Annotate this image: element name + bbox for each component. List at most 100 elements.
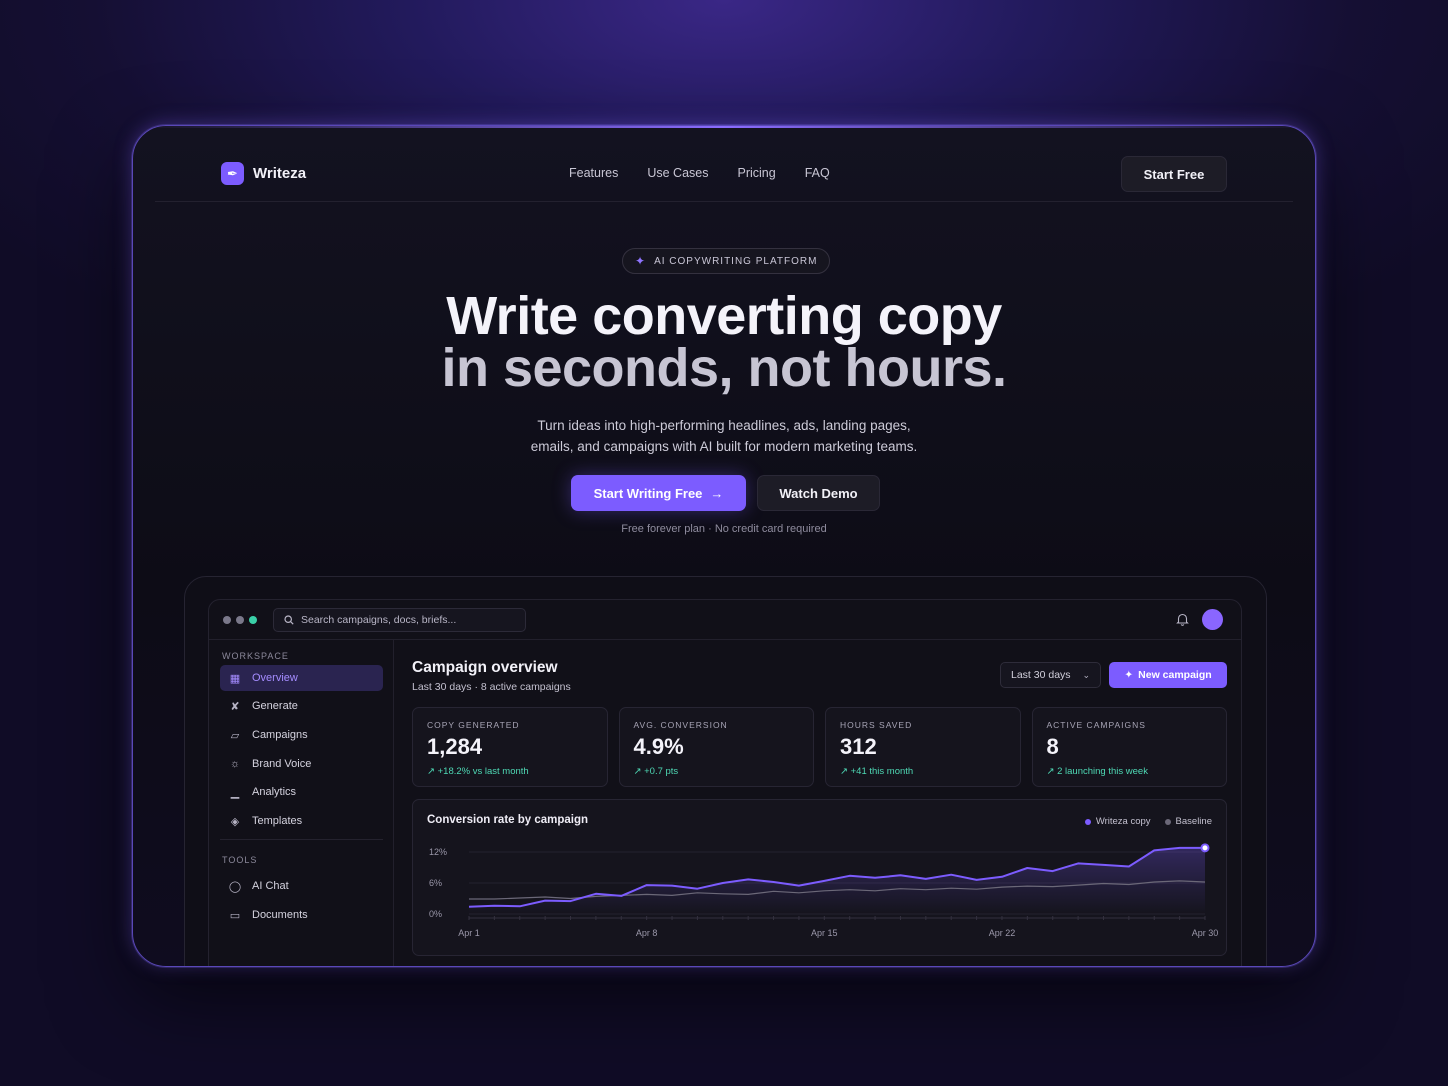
voice-icon: ☼ [229, 758, 241, 770]
stat-delta-text: +0.7 pts [644, 766, 679, 777]
chart-end-point [1200, 843, 1210, 853]
chart-y-tick-label: 6% [429, 878, 442, 888]
sidebar-item-label: Analytics [252, 786, 297, 798]
window-dot[interactable] [223, 616, 231, 624]
hero-badge: ✦ AI COPYWRITING PLATFORM [622, 248, 831, 274]
layers-icon: ◈ [230, 815, 240, 828]
hero-title-line-2: in seconds, not hours. [441, 338, 1007, 398]
chart-title: Conversion rate by campaign [427, 814, 589, 826]
sidebar-item-generate[interactable]: ✘ Generate [220, 693, 383, 719]
nav-link-features[interactable]: Features [569, 166, 618, 180]
sidebar-item-ai-chat[interactable]: ◯ AI Chat [220, 873, 383, 899]
stat-value: 4.9% [633, 734, 684, 759]
stat-delta: ↗ +0.7 pts [633, 766, 679, 777]
chart-x-tick-label: Apr 15 [811, 928, 838, 938]
start-writing-free-button[interactable]: Start Writing Free → [571, 475, 746, 511]
sidebar-item-brand-voice[interactable]: ☼ Brand Voice [220, 751, 383, 777]
workspace-heading: WORKSPACE [222, 651, 289, 661]
bell-icon[interactable] [1176, 612, 1189, 626]
document-icon: ▭ [229, 909, 241, 922]
arrow-right-icon: → [710, 485, 724, 501]
stat-delta-text: +41 this month [850, 766, 914, 777]
stat-card-copy-generated: COPY GENERATED 1,284 ↗ +18.2% vs last mo… [412, 707, 608, 787]
stat-card-hours-saved: HOURS SAVED 312 ↗ +41 this month [825, 707, 1021, 787]
browser-frame: ✒ Writeza Features Use Cases Pricing FAQ… [132, 125, 1316, 967]
sparkle-icon: ✦ [635, 254, 647, 268]
sidebar-divider [220, 839, 383, 840]
stat-label: COPY GENERATED [427, 720, 520, 730]
nav-link-pricing[interactable]: Pricing [737, 166, 775, 180]
grid-icon: ▦ [229, 672, 241, 685]
stat-value: 1,284 [427, 734, 483, 759]
tools-heading: TOOLS [222, 855, 258, 865]
stat-card-avg-conversion: AVG. CONVERSION 4.9% ↗ +0.7 pts [618, 707, 814, 787]
hero-cta-row: Start Writing Free → Watch Demo [571, 475, 880, 511]
legend-label: Baseline [1175, 816, 1212, 827]
stat-label: HOURS SAVED [840, 720, 913, 730]
app-topbar: Search campaigns, docs, briefs... [209, 600, 1241, 640]
watch-demo-button[interactable]: Watch Demo [757, 475, 880, 511]
avatar[interactable] [1202, 609, 1223, 630]
stat-delta: ↗ +41 this month [840, 766, 914, 777]
nav-links: Features Use Cases Pricing FAQ [569, 166, 830, 180]
start-free-button[interactable]: Start Free [1121, 156, 1227, 192]
app-window: Search campaigns, docs, briefs... WORKSP… [208, 599, 1242, 966]
start-writing-free-label: Start Writing Free [593, 485, 703, 501]
search-placeholder: Search campaigns, docs, briefs... [301, 614, 457, 626]
nav-link-use-cases[interactable]: Use Cases [647, 166, 708, 180]
chart-x-tick-label: Apr 1 [458, 928, 480, 938]
stat-delta-text: 2 launching this week [1057, 766, 1148, 777]
magic-wand-icon: ✘ [230, 700, 240, 713]
date-range-select[interactable]: Last 30 days ⌄ [1000, 662, 1101, 688]
hero-title-line-1: Write converting copy [446, 286, 1002, 346]
sidebar-item-documents[interactable]: ▭ Documents [220, 902, 383, 928]
legend-item-writeza[interactable]: Writeza copy [1084, 816, 1151, 827]
stat-label: AVG. CONVERSION [633, 720, 728, 730]
chevron-down-icon: ⌄ [1082, 669, 1091, 680]
stat-label: ACTIVE CAMPAIGNS [1046, 720, 1146, 730]
hero-subtitle-line-2: emails, and campaigns with AI built for … [530, 439, 918, 454]
stat-value: 312 [840, 734, 877, 759]
chart-legend: Writeza copy Baseline [1084, 816, 1212, 827]
search-icon [284, 615, 294, 625]
brand-name: Writeza [253, 165, 307, 182]
chart-x-tick-label: Apr 22 [989, 928, 1016, 938]
page-subtitle: Last 30 days · 8 active campaigns [412, 681, 571, 693]
hero-subtitle-line-1: Turn ideas into high-performing headline… [537, 418, 911, 433]
search-input[interactable]: Search campaigns, docs, briefs... [273, 608, 526, 632]
chat-bubble-icon: ◯ [228, 880, 242, 893]
sidebar-item-label: Generate [252, 700, 298, 712]
legend-label: Writeza copy [1095, 816, 1151, 827]
chart-y-tick-label: 12% [429, 847, 447, 857]
stat-delta: ↗ 2 launching this week [1046, 766, 1148, 777]
conversion-chart-card: 12% 6% 0% Apr 1 Apr 8 Apr 15 Apr 22 Apr 30 Conv… [412, 799, 1227, 956]
nav-link-faq[interactable]: FAQ [805, 166, 830, 180]
sidebar-item-templates[interactable]: ◈ Templates [220, 808, 383, 834]
hero-badge-text: AI COPYWRITING PLATFORM [654, 255, 818, 267]
sidebar-item-analytics[interactable]: ▁ Analytics [220, 779, 383, 805]
hero-subtitle: Turn ideas into high-performing headline… [133, 415, 1315, 457]
sidebar-item-overview[interactable]: ▦ Overview [220, 665, 383, 691]
stat-value: 8 [1046, 734, 1059, 759]
legend-swatch [1164, 818, 1171, 825]
new-campaign-button[interactable]: ✦ New campaign [1109, 662, 1227, 688]
brand-logo[interactable]: ✒ Writeza [221, 162, 306, 185]
megaphone-icon: ▱ [230, 729, 240, 742]
stat-card-active-campaigns: ACTIVE CAMPAIGNS 8 ↗ 2 launching this we… [1031, 707, 1227, 787]
sidebar-item-label: Templates [252, 815, 303, 827]
chart-y-tick-label: 0% [429, 909, 442, 919]
sidebar: WORKSPACE ▦ Overview ✘ Generate ▱ Campai… [209, 640, 394, 966]
sidebar-item-label: Campaigns [252, 729, 308, 741]
chart-x-tick-label: Apr 8 [636, 928, 658, 938]
legend-item-baseline[interactable]: Baseline [1164, 816, 1212, 827]
stats-row: COPY GENERATED 1,284 ↗ +18.2% vs last mo… [412, 707, 1227, 787]
window-dot[interactable] [249, 616, 257, 624]
date-range-value: Last 30 days [1011, 669, 1071, 681]
chart-area-writeza [469, 847, 1205, 914]
sidebar-item-label: AI Chat [252, 880, 289, 892]
window-dot[interactable] [236, 616, 244, 624]
sidebar-item-campaigns[interactable]: ▱ Campaigns [220, 722, 383, 748]
sparkle-icon: ✦ [1124, 669, 1134, 681]
hero-title: Write converting copy in seconds, not ho… [133, 286, 1315, 398]
hero-note: Free forever plan · No credit card requi… [621, 523, 827, 535]
